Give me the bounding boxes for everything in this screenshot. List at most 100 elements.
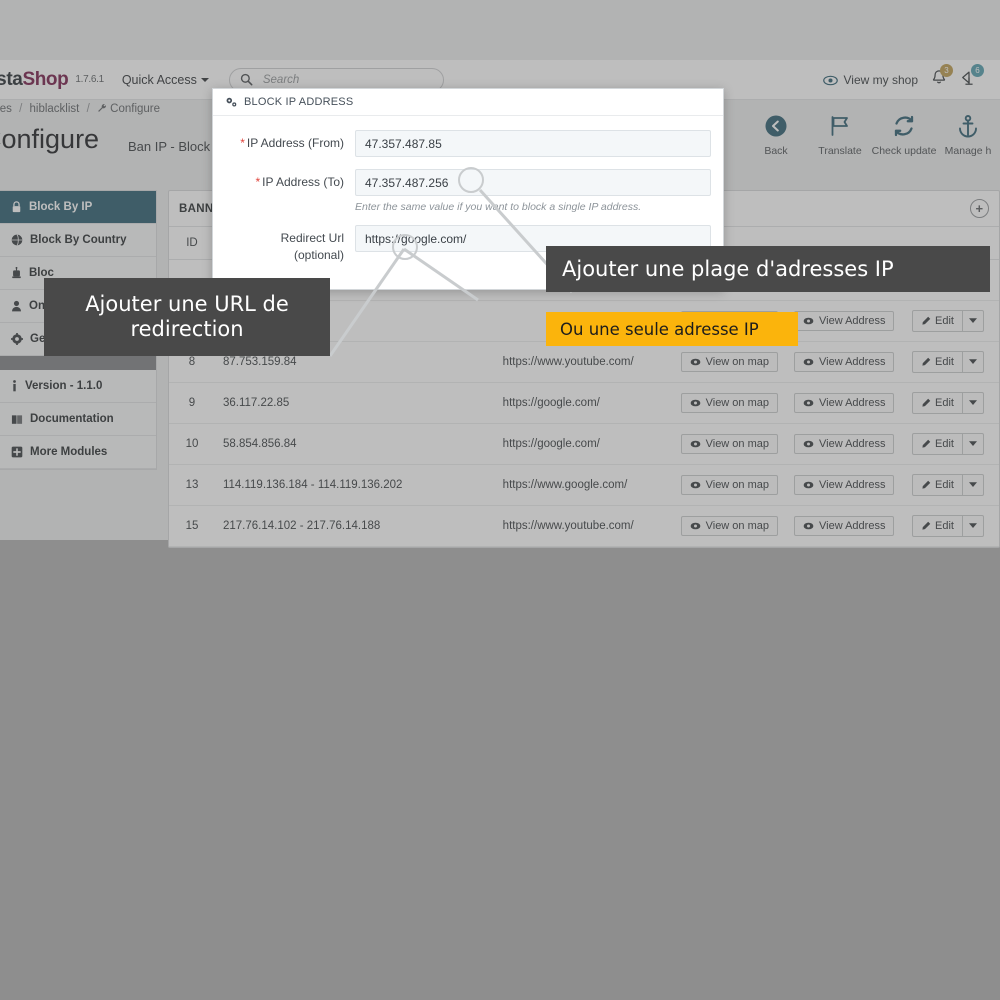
book-icon	[11, 414, 23, 425]
pencil-icon	[922, 480, 931, 489]
edit-label: Edit	[934, 520, 954, 532]
redirect-url-optional-text: (optional)	[293, 248, 344, 263]
notifications-bell[interactable]: 3	[931, 64, 953, 91]
version-label: 1.7.6.1	[75, 74, 104, 85]
cell-view-address: View Address	[786, 505, 904, 547]
annotation-marker-ip-to	[458, 167, 484, 193]
eye-icon	[803, 399, 814, 407]
edit-button[interactable]: Edit	[911, 310, 963, 332]
row-actions-dropdown-toggle[interactable]	[962, 310, 984, 332]
prestashop-logo[interactable]: estaShop	[0, 69, 69, 91]
manage-hooks-label: Manage h	[944, 145, 992, 157]
eye-icon	[690, 358, 700, 366]
edit-button[interactable]: Edit	[911, 351, 963, 373]
chevron-down-icon	[968, 523, 977, 528]
redirect-url-label: Redirect Url (optional)	[213, 225, 355, 265]
view-on-map-button[interactable]: View on map	[680, 352, 778, 372]
view-address-label: View Address	[819, 479, 886, 491]
ip-to-hint: Enter the same value if you want to bloc…	[355, 201, 642, 213]
view-address-button[interactable]: View Address	[794, 393, 895, 413]
row-actions-dropdown-toggle[interactable]	[962, 474, 984, 496]
check-update-button[interactable]: Check update	[872, 114, 936, 157]
row-actions-dropdown-toggle[interactable]	[962, 392, 984, 414]
sidebar-item-documentation[interactable]: Documentation	[0, 403, 156, 436]
cell-ip: 114.119.136.184 - 114.119.136.202	[214, 464, 495, 506]
cell-view-address: View Address	[786, 341, 904, 383]
ip-from-label-text: IP Address (From)	[246, 136, 344, 150]
edit-button[interactable]: Edit	[911, 433, 963, 455]
cell-url: https://www.youtube.com/	[494, 505, 673, 547]
cell-view-on-map: View on map	[672, 341, 786, 383]
view-address-button[interactable]: View Address	[794, 352, 895, 372]
back-button[interactable]: Back	[744, 114, 808, 157]
column-header-id[interactable]: ID	[169, 227, 215, 260]
eye-icon	[690, 481, 700, 489]
view-on-map-button[interactable]: View on map	[680, 393, 778, 413]
info-icon	[11, 380, 18, 392]
callout-redirect-url-text: Ajouter une URL de redirection	[85, 292, 289, 342]
callout-line2: redirection	[130, 317, 244, 341]
arrow-left-circle-icon	[765, 115, 787, 137]
view-on-map-label: View on map	[705, 356, 769, 368]
connectivity-antenna[interactable]: 6	[960, 64, 984, 91]
modal-title: BLOCK IP ADDRESS	[244, 96, 354, 108]
pencil-icon	[922, 439, 931, 448]
cell-actions: Edit	[903, 300, 999, 342]
edit-button[interactable]: Edit	[911, 392, 963, 414]
translate-button[interactable]: Translate	[808, 114, 872, 157]
plus-square-icon	[11, 446, 23, 458]
cell-view-address: View Address	[786, 300, 904, 342]
cell-view-on-map: View on map	[672, 382, 786, 424]
pencil-icon	[922, 521, 931, 530]
sidebar-label: Block By IP	[29, 201, 93, 213]
view-on-map-button[interactable]: View on map	[680, 434, 778, 454]
cell-actions: Edit	[903, 423, 999, 465]
sidebar-item-version: Version - 1.1.0	[0, 370, 156, 403]
table-row: 15 217.76.14.102 - 217.76.14.188 https://w…	[169, 505, 999, 547]
edit-button[interactable]: Edit	[911, 474, 963, 496]
lock-icon	[11, 201, 22, 213]
sidebar-item-block-by-ip[interactable]: Block By IP	[0, 191, 156, 224]
edit-button[interactable]: Edit	[911, 515, 963, 537]
breadcrumb-item-modules[interactable]: odules	[0, 103, 12, 115]
manage-hooks-button[interactable]: Manage h	[936, 114, 1000, 157]
edit-label: Edit	[934, 479, 954, 491]
ip-from-control: 47.357.487.85	[355, 130, 723, 157]
row-actions-dropdown-toggle[interactable]	[962, 515, 984, 537]
cell-url: https://google.com/	[494, 382, 673, 424]
sidebar-item-block-by-country[interactable]: Block By Country	[0, 224, 156, 257]
topbar-right-actions: View my shop 3 6	[822, 60, 984, 100]
view-on-map-button[interactable]: View on map	[680, 516, 778, 536]
eye-icon	[803, 481, 814, 489]
edit-label: Edit	[934, 397, 954, 409]
breadcrumb-item-configure: Configure	[110, 103, 161, 115]
pencil-icon	[922, 316, 931, 325]
cell-view-on-map: View on map	[672, 464, 786, 506]
cell-actions: Edit	[903, 382, 999, 424]
cell-url: https://www.google.com/	[494, 464, 673, 506]
sidebar-item-more-modules[interactable]: More Modules	[0, 436, 156, 469]
callout-line1: Ajouter une URL de	[85, 292, 289, 317]
view-address-button[interactable]: View Address	[794, 516, 895, 536]
sidebar-label: Documentation	[30, 413, 114, 425]
view-address-button[interactable]: View Address	[794, 475, 895, 495]
eye-icon	[822, 75, 838, 85]
cogs-icon	[226, 97, 237, 106]
ip-from-input[interactable]: 47.357.487.85	[355, 130, 711, 157]
row-actions-dropdown-toggle[interactable]	[962, 351, 984, 373]
wrench-icon	[98, 103, 106, 112]
breadcrumb-item-hiblacklist[interactable]: hiblacklist	[30, 103, 80, 115]
view-address-label: View Address	[819, 356, 886, 368]
view-address-label: View Address	[819, 520, 886, 532]
view-on-map-button[interactable]: View on map	[680, 475, 778, 495]
cell-id: 13	[169, 464, 215, 506]
ip-to-input[interactable]: 47.357.487.256	[355, 169, 711, 196]
add-ip-button[interactable]: +	[970, 199, 989, 218]
cell-url: https://www.youtube.com/	[494, 341, 673, 383]
quick-access-menu[interactable]: Quick Access	[122, 73, 209, 87]
view-my-shop-link[interactable]: View my shop	[822, 73, 918, 87]
view-address-button[interactable]: View Address	[794, 434, 895, 454]
callout-ip-range: Ajouter une plage d'adresses IP	[546, 246, 990, 292]
row-actions-dropdown-toggle[interactable]	[962, 433, 984, 455]
view-address-button[interactable]: View Address	[794, 311, 895, 331]
